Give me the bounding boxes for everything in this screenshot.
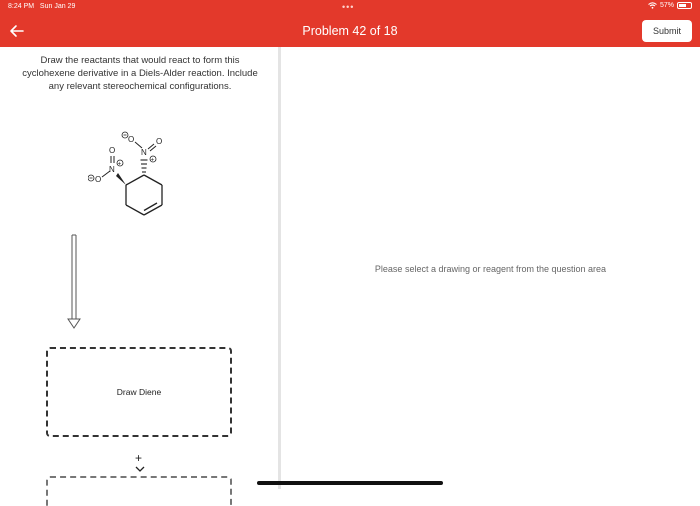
multitask-dots-icon[interactable]: ••• xyxy=(342,2,354,12)
nitro-o-left-single: O xyxy=(95,175,101,184)
charge-plus-top: + xyxy=(151,157,155,163)
workspace-placeholder-message: Please select a drawing or reagent from … xyxy=(374,264,607,274)
draw-dienophile-box[interactable] xyxy=(46,476,232,506)
reaction-arrow-icon xyxy=(67,234,81,329)
cyclohexene-dinitro-structure[interactable]: N + O O N + O O xyxy=(88,127,198,227)
header-bar: 8:24 PM Sun Jan 29 ••• 57% Problem 42 of… xyxy=(0,0,700,47)
status-time: 8:24 PM Sun Jan 29 xyxy=(8,3,75,10)
nitro-n-top: N xyxy=(141,148,147,157)
charge-plus-left: + xyxy=(118,161,122,167)
home-indicator[interactable] xyxy=(257,481,443,485)
status-date: Sun Jan 29 xyxy=(39,3,76,10)
page-title: Problem 42 of 18 xyxy=(302,24,398,38)
draw-diene-label: Draw Diene xyxy=(116,387,162,397)
nitro-o-top-double: O xyxy=(156,137,162,146)
status-indicators: 57% xyxy=(648,2,692,9)
battery-icon xyxy=(677,2,692,9)
question-panel: Draw the reactants that would react to f… xyxy=(0,47,278,506)
battery-percent: 57% xyxy=(659,2,674,9)
draw-diene-box[interactable]: Draw Diene xyxy=(46,347,232,437)
nitro-o-top-single: O xyxy=(128,135,134,144)
submit-button[interactable]: Submit xyxy=(642,20,692,42)
question-text: Draw the reactants that would react to f… xyxy=(22,55,258,92)
nitro-n-left: N xyxy=(109,165,115,174)
add-reagent-plus-icon[interactable]: + xyxy=(135,451,142,465)
wifi-icon xyxy=(648,2,657,9)
chevron-down-icon[interactable] xyxy=(134,465,146,473)
nitro-o-left-double: O xyxy=(109,146,115,155)
status-clock: 8:24 PM xyxy=(8,3,35,10)
